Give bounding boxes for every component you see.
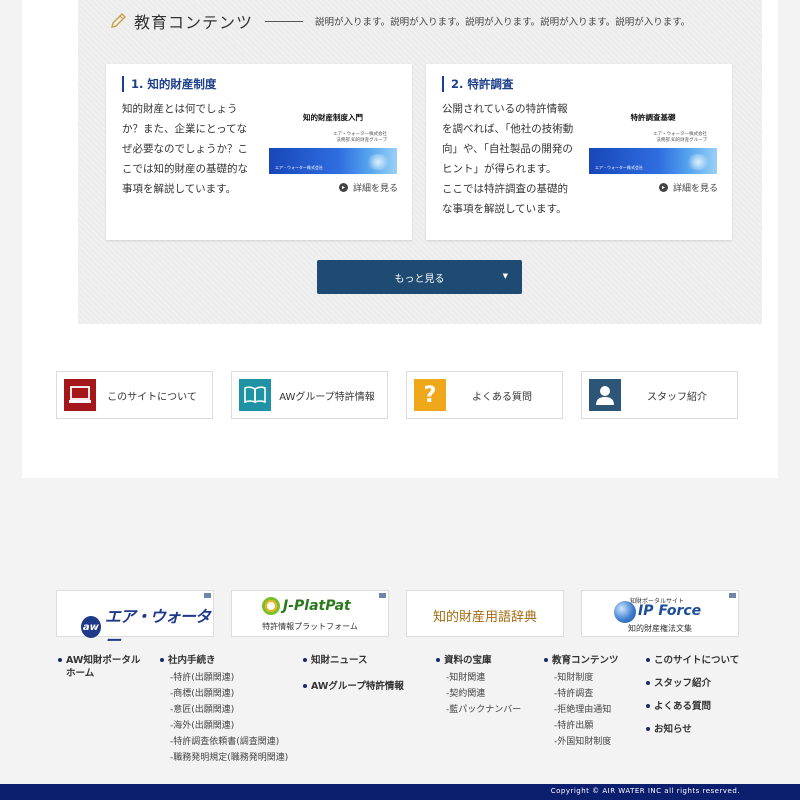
link-label[interactable]: このサイトについて — [96, 388, 212, 403]
footer-link-faq[interactable]: よくある質問 — [646, 700, 756, 713]
computer-icon — [64, 379, 96, 411]
sun-icon — [262, 597, 280, 615]
footer-sublink[interactable]: -知財制度 — [544, 670, 644, 686]
thumbnail-subtitle: エア・ウォーター株式会社 法務部 知的財産グループ — [653, 132, 707, 143]
footer-link-news[interactable]: 知財ニュース — [303, 654, 423, 667]
card-thumbnail[interactable]: 知的財産制度入門 エア・ウォーター株式会社 法務部 知的財産グループ エア・ウォ… — [269, 108, 397, 174]
footer-sublink[interactable]: -知財関連 — [436, 670, 536, 686]
footer-col-site: このサイトについて スタッフ紹介 よくある質問 お知らせ — [646, 654, 756, 736]
chevron-down-icon: ▼ — [502, 272, 508, 280]
card-thumbnail[interactable]: 特許調査基礎 エア・ウォーター株式会社 法務部 知的財産グループ エア・ウォータ… — [589, 108, 717, 174]
air-water-logo: aw エア・ウォーター — [81, 603, 213, 651]
title-divider — [265, 20, 304, 22]
aw-circle-icon: aw — [81, 616, 101, 638]
thumbnail-title: 特許調査基礎 — [630, 113, 676, 122]
footer-sublink[interactable]: -海外(出願関連) — [160, 718, 300, 734]
footer-link-notices[interactable]: お知らせ — [646, 723, 756, 736]
arrow-circle-icon: ▸ — [659, 183, 668, 192]
link-label[interactable]: AWグループ特許情報 — [271, 388, 387, 403]
details-link-label[interactable]: 詳細を見る — [353, 181, 398, 194]
footer-sublink[interactable]: -特許出願 — [544, 718, 644, 734]
ip-force-subtitle: 知的財産権法文集 — [628, 624, 692, 633]
banner-air-water[interactable]: aw エア・ウォーター — [56, 590, 214, 650]
footer-link-education[interactable]: 教育コンテンツ — [544, 654, 644, 667]
footer-link-aw-patents[interactable]: AWグループ特許情報 — [303, 680, 423, 693]
thumbnail-banner: エア・ウォーター株式会社 — [269, 148, 397, 174]
banner-ip-force[interactable]: 知財ポータルサイト IP Force 知的財産権法文集 — [581, 590, 739, 637]
j-platpat-subtitle: 特許情報プラットフォーム — [262, 622, 358, 631]
main-content-card: 教育コンテンツ 説明が入ります。説明が入ります。説明が入ります。説明が入ります。… — [22, 0, 778, 478]
ip-force-wordmark: IP Force — [638, 603, 702, 619]
details-link[interactable]: ▸ 詳細を見る — [339, 181, 398, 194]
link-label[interactable]: スタッフ紹介 — [621, 388, 737, 403]
footer-sublink[interactable]: -特許調査依頼書(調査関連) — [160, 734, 300, 750]
footer-sublink[interactable]: -商標(出願関連) — [160, 686, 300, 702]
card-title[interactable]: 1. 知的財産制度 — [122, 76, 216, 92]
content-card-ip-system[interactable]: 1. 知的財産制度 知的財産とは何でしょうか？また、企業にとってなぜ必要なのでし… — [106, 64, 412, 240]
footer-link-archive[interactable]: 資料の宝庫 — [436, 654, 536, 667]
banner-ip-dictionary[interactable]: 知的財産用語辞典 — [406, 590, 564, 637]
thumbnail-subtitle: エア・ウォーター株式会社 法務部 知的財産グループ — [333, 132, 387, 143]
card-text: 公開されているの特許情報を調べれば、「他社の技術動向」や、「自社製品の開発のヒン… — [442, 103, 574, 215]
external-link-icon — [729, 593, 736, 598]
link-label[interactable]: よくある質問 — [446, 388, 562, 403]
copyright-bar: Copyright © AIR WATER INC all rights res… — [0, 784, 800, 800]
card-text: 知的財産とは何でしょうか？また、企業にとってなぜ必要なのでしょうか？ここでは知的… — [122, 103, 248, 195]
external-link-icon — [204, 593, 211, 598]
education-title: 教育コンテンツ — [134, 13, 254, 32]
footer-sublink[interactable]: -拒絶理由通知 — [544, 702, 644, 718]
footer-col-home: AW知財ポータルホーム — [58, 654, 146, 680]
footer-sublink[interactable]: -意匠(出願関連) — [160, 702, 300, 718]
show-more-label[interactable]: もっと見る — [395, 270, 445, 285]
link-staff[interactable]: スタッフ紹介 — [581, 371, 738, 419]
person-icon — [589, 379, 621, 411]
copyright-text: Copyright © AIR WATER INC all rights res… — [550, 787, 740, 795]
footer-sublink[interactable]: -外国知財制度 — [544, 734, 644, 750]
link-aw-group-patents[interactable]: AWグループ特許情報 — [231, 371, 388, 419]
details-link-label[interactable]: 詳細を見る — [673, 181, 718, 194]
education-header: 教育コンテンツ 説明が入ります。説明が入ります。説明が入ります。説明が入ります。… — [108, 10, 690, 32]
footer-sublink[interactable]: -特許調査 — [544, 686, 644, 702]
pencil-icon — [108, 11, 128, 31]
air-water-wordmark: エア・ウォーター — [104, 607, 211, 650]
footer-link-procedures[interactable]: 社内手続き — [160, 654, 300, 667]
education-description: 説明が入ります。説明が入ります。説明が入ります。説明が入ります。説明が入ります。 — [315, 17, 691, 28]
footer-sublink[interactable]: -契約関連 — [436, 686, 536, 702]
show-more-button[interactable]: もっと見る ▼ — [317, 260, 522, 294]
footer-col-education: 教育コンテンツ -知財制度 -特許調査 -拒絶理由通知 -特許出願 -外国知財制… — [544, 654, 644, 750]
card-title[interactable]: 2. 特許調査 — [442, 76, 513, 92]
details-link[interactable]: ▸ 詳細を見る — [659, 181, 718, 194]
footer-col-procedures: 社内手続き -特許(出願関連) -商標(出願関連) -意匠(出願関連) -海外(… — [160, 654, 300, 766]
link-about-site[interactable]: このサイトについて — [56, 371, 213, 419]
j-platpat-logo: J-PlatPat — [262, 597, 351, 615]
question-icon: ? — [414, 379, 446, 411]
footer-sublink[interactable]: -藍パックナンバー — [436, 702, 536, 718]
thumbnail-banner: エア・ウォーター株式会社 — [589, 148, 717, 174]
j-platpat-wordmark: J-PlatPat — [283, 598, 351, 614]
banner-j-platpat[interactable]: J-PlatPat 特許情報プラットフォーム — [231, 590, 389, 637]
footer-sublink[interactable]: -特許(出願関連) — [160, 670, 300, 686]
ip-dictionary-title: 知的財産用語辞典 — [432, 610, 537, 625]
thumbnail-title: 知的財産制度入門 — [303, 113, 363, 122]
footer-link-about[interactable]: このサイトについて — [646, 654, 756, 667]
footer-sublink[interactable]: -職務発明規定(職務発明関連) — [160, 750, 300, 766]
arrow-circle-icon: ▸ — [339, 183, 348, 192]
content-card-patent-search[interactable]: 2. 特許調査 公開されているの特許情報を調べれば、「他社の技術動向」や、「自社… — [426, 64, 732, 240]
education-section: 教育コンテンツ 説明が入ります。説明が入ります。説明が入ります。説明が入ります。… — [78, 0, 762, 324]
footer-col-archive: 資料の宝庫 -知財関連 -契約関連 -藍パックナンバー — [436, 654, 536, 718]
external-link-icon — [379, 593, 386, 598]
thumbnail-logo: エア・ウォーター株式会社 — [275, 165, 323, 170]
book-icon — [239, 379, 271, 411]
footer-link-home[interactable]: AW知財ポータルホーム — [58, 654, 146, 680]
link-faq[interactable]: ? よくある質問 — [406, 371, 563, 419]
thumbnail-logo: エア・ウォーター株式会社 — [595, 165, 643, 170]
footer-link-staff[interactable]: スタッフ紹介 — [646, 677, 756, 690]
footer-col-news: 知財ニュース AWグループ特許情報 — [303, 654, 423, 693]
